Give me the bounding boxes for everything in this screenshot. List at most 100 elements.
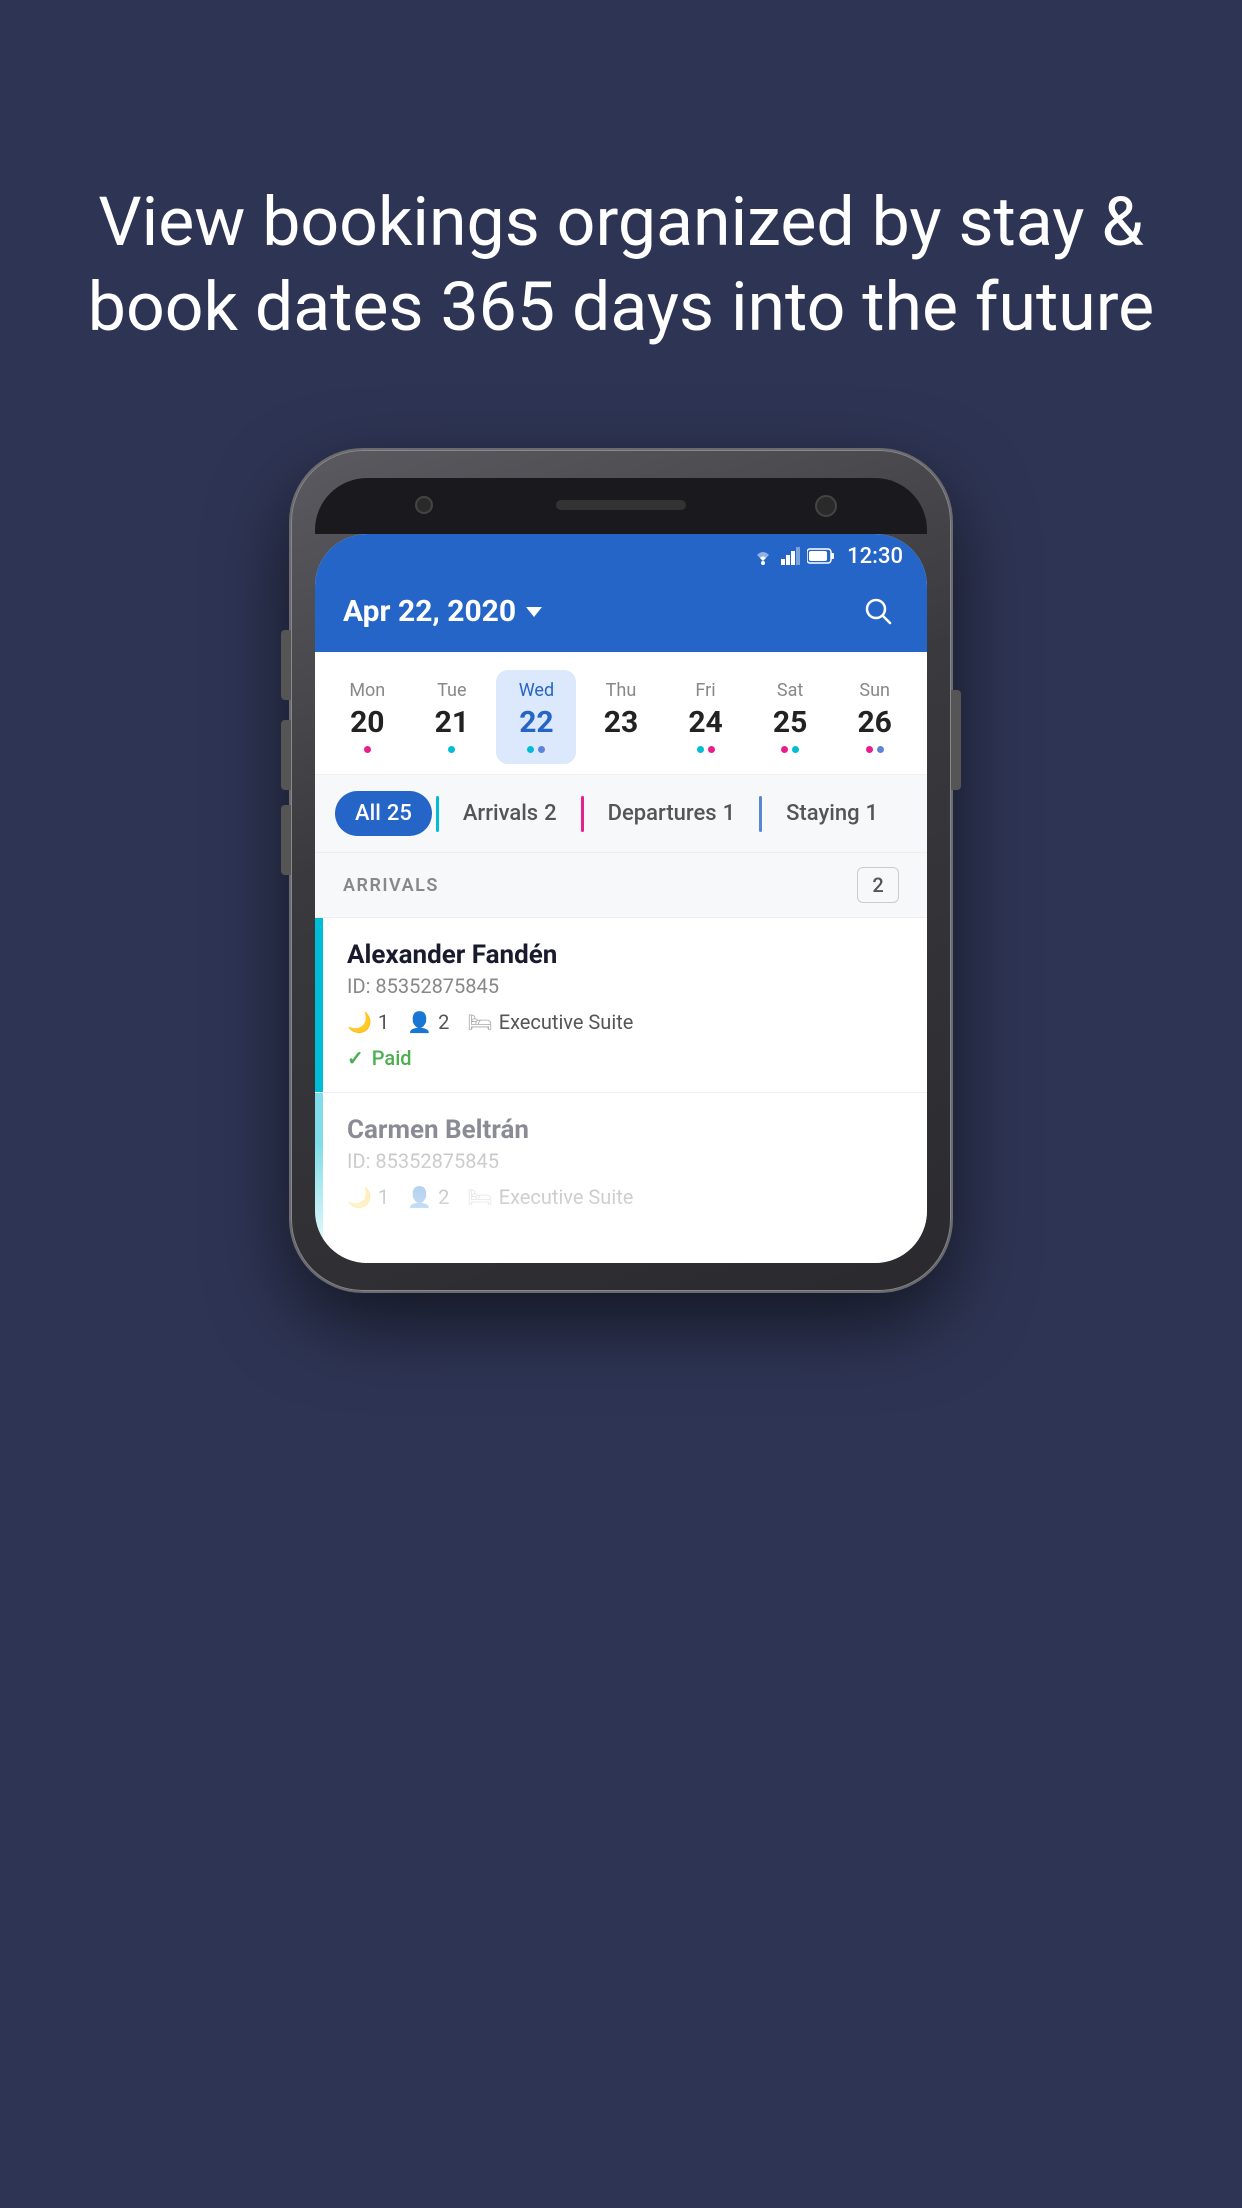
dot-teal-wed: [527, 746, 534, 753]
tab-staying[interactable]: Staying 1: [766, 791, 898, 836]
tab-arrivals-count: 2: [544, 801, 557, 826]
filter-tabs: All 25 Arrivals 2 Departures 1 Staying 1: [315, 775, 927, 853]
booking-guests-carmen: 👤 2: [407, 1185, 449, 1209]
day-number-tue: 21: [435, 705, 469, 740]
signal-icon: [781, 547, 801, 565]
booking-room-alexander: 🛏 Executive Suite: [467, 1010, 633, 1034]
guests-count-carmen: 2: [438, 1185, 449, 1209]
booking-id-alexander: ID: 85352875845: [347, 974, 903, 998]
day-name-thu: Thu: [606, 680, 637, 701]
tab-departures[interactable]: Departures 1: [588, 791, 755, 836]
header-date[interactable]: Apr 22, 2020: [343, 594, 542, 629]
nights-count-alexander: 1: [378, 1010, 389, 1034]
phone-outer-shell: 12:30 Apr 22, 2020: [291, 450, 951, 1291]
dot-teal-sat: [792, 746, 799, 753]
day-dots-sat: [781, 744, 799, 754]
tab-all-count: 25: [387, 801, 412, 826]
day-dots-sun: [866, 744, 884, 754]
day-name-wed: Wed: [519, 680, 554, 701]
phone-speaker: [556, 500, 686, 510]
booking-details-alexander: 🌙 1 👤 2 🛏 Executive Suite: [347, 1010, 903, 1034]
header-date-label: Apr 22, 2020: [343, 594, 516, 629]
bed-icon: 🛏: [467, 1010, 492, 1034]
booking-details-carmen: 🌙 1 👤 2 🛏 Executive Suite: [347, 1185, 903, 1209]
tab-departures-count: 1: [723, 801, 736, 826]
day-number-thu: 23: [604, 705, 638, 740]
tab-all-label: All: [355, 801, 381, 826]
front-camera-right: [815, 495, 837, 517]
booking-nights-alexander: 🌙 1: [347, 1010, 389, 1034]
booking-id-carmen: ID: 85352875845: [347, 1149, 903, 1173]
check-icon: ✓: [347, 1046, 364, 1070]
dot-teal-tue: [448, 746, 455, 753]
room-type-alexander: Executive Suite: [499, 1010, 634, 1034]
tab-departures-label: Departures: [608, 801, 717, 826]
dot-pink-sat: [781, 746, 788, 753]
calendar-day-tue[interactable]: Tue 21: [412, 670, 492, 764]
tab-arrivals-label: Arrivals: [463, 801, 538, 826]
booking-status-alexander: ✓ Paid: [347, 1046, 903, 1070]
arrivals-section-count: 2: [857, 867, 899, 903]
day-dots-fri: [697, 744, 715, 754]
dot-blue-wed: [538, 746, 545, 753]
separator-arrivals: [436, 796, 439, 832]
search-button[interactable]: [857, 590, 899, 632]
dot-blue-sun: [877, 746, 884, 753]
status-bar: 12:30: [315, 534, 927, 578]
dot-pink-mon: [364, 746, 371, 753]
day-name-tue: Tue: [437, 680, 466, 701]
date-dropdown-arrow[interactable]: [526, 607, 542, 617]
person-icon: 👤: [407, 1010, 432, 1034]
booking-side-bar-carmen: [315, 1093, 323, 1262]
phone-screen: 12:30 Apr 22, 2020: [315, 534, 927, 1263]
day-name-sat: Sat: [777, 680, 803, 701]
tab-staying-count: 1: [866, 801, 879, 826]
phone-mockup: 12:30 Apr 22, 2020: [291, 450, 951, 1291]
calendar-day-sun[interactable]: Sun 26: [835, 670, 915, 764]
battery-icon: [807, 548, 835, 564]
arrivals-section-title: ARRIVALS: [343, 875, 439, 896]
tab-arrivals[interactable]: Arrivals 2: [443, 791, 577, 836]
search-icon: [863, 596, 893, 626]
day-dots-tue: [448, 744, 455, 754]
nights-count-carmen: 1: [378, 1185, 389, 1209]
day-number-fri: 24: [688, 705, 722, 740]
booking-card-alexander[interactable]: Alexander Fandén ID: 85352875845 🌙 1 👤 2…: [315, 918, 927, 1093]
day-number-sun: 26: [857, 705, 891, 740]
calendar-day-sat[interactable]: Sat 25: [750, 670, 830, 764]
room-type-carmen: Executive Suite: [499, 1185, 634, 1209]
booking-name-alexander: Alexander Fandén: [347, 940, 903, 970]
day-number-wed: 22: [519, 705, 553, 740]
booking-content-alexander: Alexander Fandén ID: 85352875845 🌙 1 👤 2…: [323, 918, 927, 1092]
calendar-day-fri[interactable]: Fri 24: [666, 670, 746, 764]
separator-staying: [759, 796, 762, 832]
moon-icon: 🌙: [347, 1010, 372, 1034]
hero-title: View bookings organized by stay & book d…: [80, 180, 1162, 350]
bed-icon-carmen: 🛏: [467, 1185, 492, 1209]
booking-side-bar-alexander: [315, 918, 323, 1092]
hero-section: View bookings organized by stay & book d…: [0, 0, 1242, 430]
booking-guests-alexander: 👤 2: [407, 1010, 449, 1034]
day-name-mon: Mon: [349, 680, 385, 701]
booking-card-carmen[interactable]: Carmen Beltrán ID: 85352875845 🌙 1 👤 2 🛏: [315, 1093, 927, 1263]
calendar-day-thu[interactable]: Thu 23: [581, 670, 661, 764]
wifi-icon: [751, 547, 775, 565]
moon-icon-carmen: 🌙: [347, 1185, 372, 1209]
dot-pink-sun: [866, 746, 873, 753]
phone-top-bar: [315, 478, 927, 534]
day-name-sun: Sun: [859, 680, 890, 701]
booking-nights-carmen: 🌙 1: [347, 1185, 389, 1209]
calendar-week: Mon 20 Tue 21 Wed 22: [315, 652, 927, 775]
tab-staying-label: Staying: [786, 801, 859, 826]
calendar-day-mon[interactable]: Mon 20: [327, 670, 407, 764]
status-label-alexander: Paid: [372, 1046, 412, 1070]
dot-pink-fri: [708, 746, 715, 753]
dot-teal-fri: [697, 746, 704, 753]
booking-name-carmen: Carmen Beltrán: [347, 1115, 903, 1145]
tab-all[interactable]: All 25: [335, 791, 432, 836]
status-time: 12:30: [847, 544, 903, 569]
app-header: Apr 22, 2020: [315, 578, 927, 652]
calendar-day-wed[interactable]: Wed 22: [496, 670, 576, 764]
day-number-mon: 20: [350, 705, 384, 740]
front-camera-left: [415, 496, 433, 514]
